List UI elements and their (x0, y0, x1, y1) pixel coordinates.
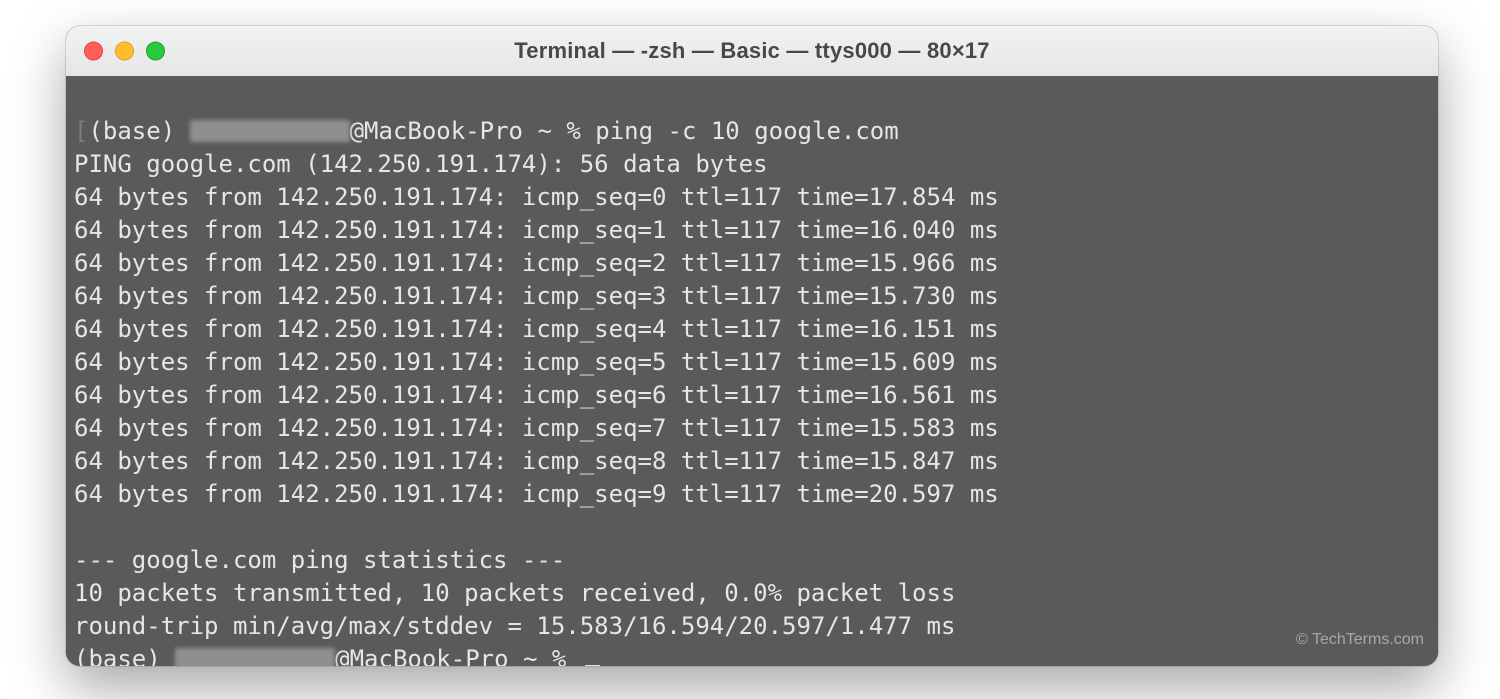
ping-stats-header: --- google.com ping statistics --- (74, 546, 565, 574)
ping-reply: 64 bytes from 142.250.191.174: icmp_seq=… (74, 480, 999, 508)
window-title: Terminal — -zsh — Basic — ttys000 — 80×1… (66, 38, 1438, 64)
ping-rtt: round-trip min/avg/max/stddev = 15.583/1… (74, 612, 955, 640)
ping-reply: 64 bytes from 142.250.191.174: icmp_seq=… (74, 447, 999, 475)
ping-reply: 64 bytes from 142.250.191.174: icmp_seq=… (74, 414, 999, 442)
prompt-host: @MacBook-Pro ~ % (350, 117, 596, 145)
ping-reply: 64 bytes from 142.250.191.174: icmp_seq=… (74, 381, 999, 409)
ping-reply: 64 bytes from 142.250.191.174: icmp_seq=… (74, 249, 999, 277)
ping-reply: 64 bytes from 142.250.191.174: icmp_seq=… (74, 282, 999, 310)
close-icon[interactable] (84, 42, 103, 61)
terminal-window: Terminal — -zsh — Basic — ttys000 — 80×1… (66, 26, 1438, 666)
ping-summary: 10 packets transmitted, 10 packets recei… (74, 579, 955, 607)
prompt-host: @MacBook-Pro ~ % (335, 645, 581, 666)
ping-reply: 64 bytes from 142.250.191.174: icmp_seq=… (74, 183, 999, 211)
redacted-username (175, 648, 335, 666)
terminal-content[interactable]: [(base) @MacBook-Pro ~ % ping -c 10 goog… (66, 76, 1438, 666)
titlebar[interactable]: Terminal — -zsh — Basic — ttys000 — 80×1… (66, 26, 1438, 77)
minimize-icon[interactable] (115, 42, 134, 61)
text-cursor (585, 665, 600, 666)
window-controls (84, 42, 165, 61)
redacted-username (190, 120, 350, 142)
prompt-env: (base) (74, 645, 175, 666)
prompt-env: (base) (88, 117, 189, 145)
prompt-command: ping -c 10 google.com (595, 117, 898, 145)
ping-header: PING google.com (142.250.191.174): 56 da… (74, 150, 768, 178)
ping-reply: 64 bytes from 142.250.191.174: icmp_seq=… (74, 348, 999, 376)
ping-reply: 64 bytes from 142.250.191.174: icmp_seq=… (74, 315, 999, 343)
ping-reply: 64 bytes from 142.250.191.174: icmp_seq=… (74, 216, 999, 244)
zoom-icon[interactable] (146, 42, 165, 61)
watermark: © TechTerms.com (1296, 623, 1424, 656)
